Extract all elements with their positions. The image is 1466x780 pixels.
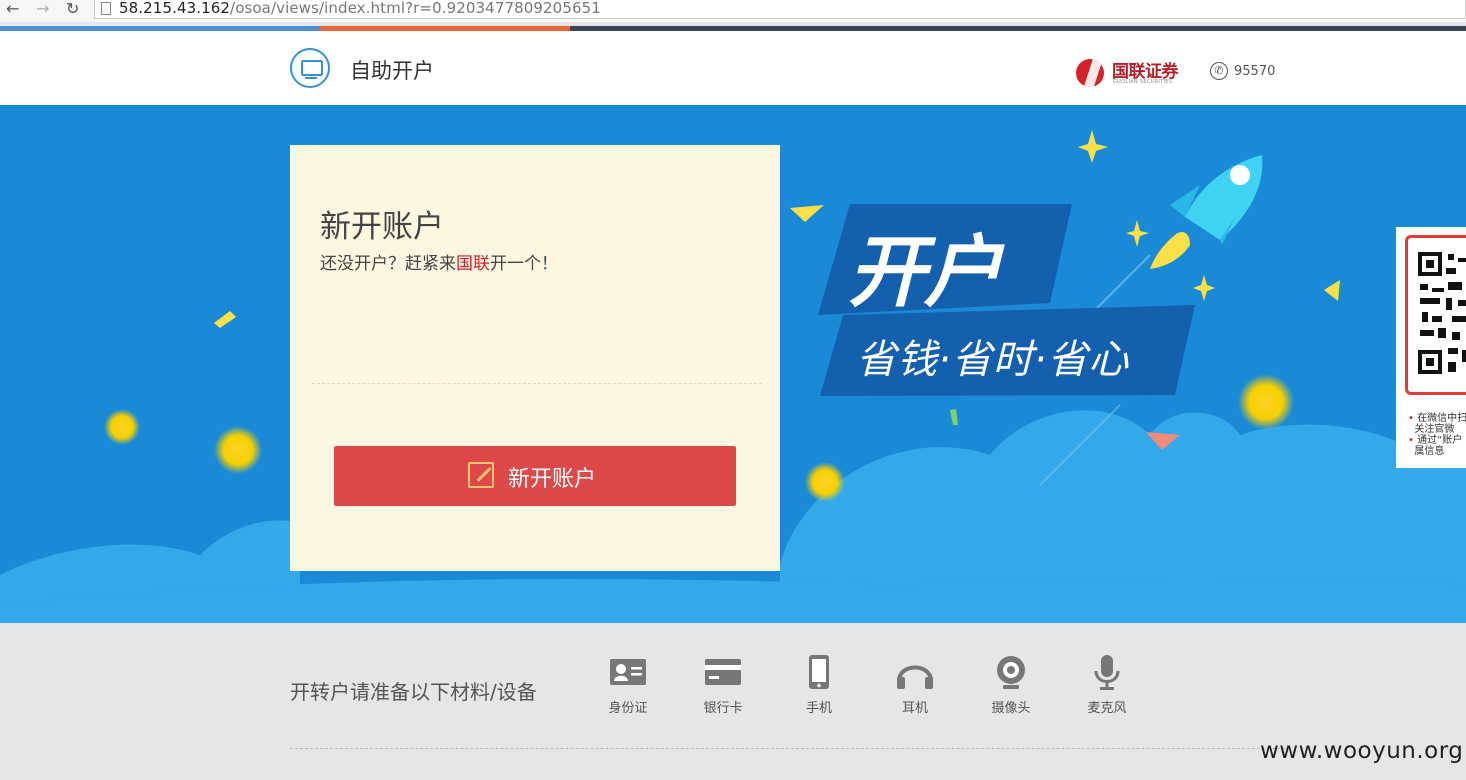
qr-code	[1405, 235, 1466, 395]
qr-note-line: 属信息	[1414, 446, 1445, 457]
material-label: 摄像头	[991, 701, 1031, 716]
qr-note-line: 关注官微	[1414, 424, 1455, 435]
section-divider	[290, 748, 1290, 749]
webcam-icon	[991, 655, 1031, 691]
material-label: 身份证	[608, 701, 648, 716]
material-label: 麦克风	[1087, 701, 1127, 716]
materials-label: 开转户请准备以下材料/设备	[290, 680, 537, 704]
edit-icon	[468, 462, 494, 488]
mobile-phone-icon	[799, 655, 839, 691]
promo-tagline: 省钱·省时·省心	[856, 337, 1130, 383]
open-account-button[interactable]: 新开账户	[334, 446, 736, 506]
address-bar[interactable]: 58.215.43.162/osoa/views/index.html?r=0.…	[94, 0, 1466, 19]
open-account-card: 新开账户 还没开户？赶紧来国联开一个！ 新开账户	[290, 145, 780, 571]
brand-logo[interactable]: 国联证券 GUOLIAN SECURITIES	[1076, 57, 1196, 91]
sparkle-icon	[1126, 220, 1149, 247]
confetti-shape	[214, 311, 236, 328]
card-title: 新开账户	[320, 209, 444, 245]
reload-icon[interactable]: ↻	[66, 0, 79, 18]
forward-arrow-icon[interactable]: →	[36, 0, 49, 18]
coin-icon	[214, 426, 262, 474]
hero-banner: 新开账户 还没开户？赶紧来国联开一个！ 新开账户 开户 省钱·省时·省心 • 在…	[0, 105, 1466, 623]
confetti-shape	[1324, 280, 1340, 301]
sparkle-icon	[1078, 130, 1108, 163]
bank-card-icon	[703, 655, 743, 691]
url-path: /osoa/views/index.html?r=0.9203477809205…	[230, 0, 601, 17]
subtitle-text: 还没开户？赶紧来	[320, 254, 456, 274]
material-headphones: 耳机	[885, 655, 945, 716]
subtitle-highlight: 国联	[456, 254, 490, 274]
material-mobile: 手机	[789, 655, 849, 716]
open-account-button-label: 新开账户	[508, 467, 597, 492]
qr-panel: • 在微信中扫 关注官微 • 通过“账户 属信息	[1396, 227, 1466, 468]
headphones-icon	[895, 655, 935, 691]
subtitle-text-end: 开一个！	[490, 254, 558, 274]
material-id-card: 身份证	[598, 655, 658, 716]
browser-toolbar: ← → ↻ 58.215.43.162/osoa/views/index.htm…	[0, 0, 1466, 22]
qr-note-line: 在微信中扫	[1417, 413, 1466, 424]
monitor-icon	[290, 48, 330, 88]
qr-instructions: • 在微信中扫 关注官微 • 通过“账户 属信息	[1408, 413, 1466, 457]
id-card-icon	[608, 655, 648, 691]
back-arrow-icon[interactable]: ←	[6, 0, 19, 18]
material-label: 耳机	[901, 701, 928, 716]
material-label: 手机	[805, 701, 832, 716]
site-title: 自助开户	[350, 59, 434, 83]
promo-headline: 开户	[848, 228, 1002, 318]
brand-subtitle: GUOLIAN SECURITIES	[1113, 79, 1173, 85]
coin-icon	[1238, 374, 1294, 430]
brand-mark-icon	[1076, 59, 1104, 87]
url-text[interactable]: 58.215.43.162/osoa/views/index.html?r=0.…	[119, 0, 601, 17]
material-bank-card: 银行卡	[693, 655, 753, 716]
rocket-icon	[1150, 155, 1263, 269]
material-microphone: 麦克风	[1077, 655, 1137, 716]
watermark: www.wooyun.org	[1260, 738, 1464, 764]
site-header: 自助开户 国联证券 GUOLIAN SECURITIES ✆ 95570	[0, 31, 1466, 105]
card-divider	[312, 383, 762, 384]
url-host: 58.215.43.162	[119, 0, 231, 17]
card-subtitle: 还没开户？赶紧来国联开一个！	[320, 249, 558, 274]
coin-icon	[104, 409, 140, 445]
phone-icon: ✆	[1210, 62, 1228, 80]
hotline-number: 95570	[1234, 64, 1276, 79]
qr-note-line: 通过“账户	[1417, 435, 1463, 446]
sparkle-icon	[1193, 275, 1215, 301]
confetti-shape	[950, 409, 958, 425]
microphone-icon	[1087, 655, 1127, 691]
page-icon	[101, 2, 111, 15]
confetti-shape	[790, 205, 824, 222]
coin-icon	[805, 462, 845, 502]
material-label: 银行卡	[703, 701, 743, 716]
material-webcam: 摄像头	[981, 655, 1041, 716]
